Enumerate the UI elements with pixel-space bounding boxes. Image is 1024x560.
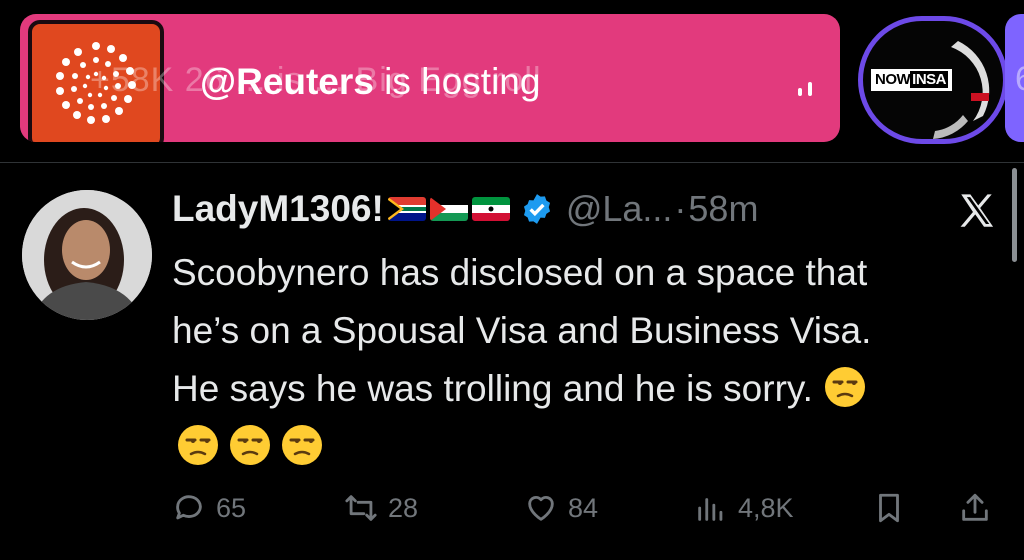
repost-icon [345,495,377,521]
reply-icon [176,495,202,520]
scrollbar[interactable] [1012,168,1017,262]
unamused-face-icon [178,425,218,465]
repost-count: 28 [388,492,419,523]
divider [0,162,1024,163]
south-africa-flag-icon [387,197,426,221]
space-host-label: @Reuters is hosting [200,61,540,103]
tweet-line-2: he’s on a Spousal Visa and Business Visa… [172,310,872,351]
tweet-actions: 65 28 84 4,8K [172,484,1002,532]
share-icon [962,493,988,521]
separator-dot: · [674,188,687,229]
next-space-peek: 60 [1015,60,1024,99]
emoji-row [172,418,1012,476]
audio-bars-icon [798,80,812,96]
verified-badge-icon [523,194,550,224]
tweet-line-1: Scoobynero has disclosed on a space that [172,252,868,293]
tweet-header: LadyM1306! @La... · 58m [172,186,758,232]
views-button[interactable]: 4,8K [694,484,794,532]
unamused-face-icon [230,425,270,465]
space-host-handle[interactable]: @Reuters [200,61,374,102]
repost-button[interactable]: 28 [344,484,418,532]
view-count: 4,8K [738,492,794,523]
tweet-text: Scoobynero has disclosed on a space that… [172,244,1012,476]
somaliland-flag-icon [471,197,510,221]
space-now-insa[interactable]: NOW INSA [858,16,1008,144]
bookmark-icon [879,493,899,523]
user-handle[interactable]: @La... [566,188,673,230]
avatar[interactable] [22,190,152,320]
tweet-line-3: He says he was trolling and he is sorry. [172,368,813,409]
x-logo-icon [960,194,994,227]
bookmark-button[interactable] [872,484,916,532]
profile-photo [22,190,152,320]
like-count: 84 [568,492,599,523]
swoosh-icon [933,41,990,139]
next-space-pill[interactable]: 60 [1005,14,1024,142]
timestamp[interactable]: 58m [688,188,758,230]
reply-count: 65 [216,492,247,523]
views-chart-icon [698,498,723,521]
reply-button[interactable]: 65 [172,484,246,532]
heart-icon [528,496,554,521]
tweet-line-3-row: He says he was trolling and he is sorry. [172,360,1012,418]
palestine-flag-icon [429,197,468,221]
like-button[interactable]: 84 [524,484,598,532]
space-host-suffix: is hosting [373,61,541,102]
display-name[interactable]: LadyM1306! [172,188,384,230]
unamused-face-icon [825,367,866,407]
space-banner[interactable]: +58K 26 ... is ... Big Egg roll @Reuters… [20,14,840,142]
unamused-face-icon [282,425,322,465]
share-button[interactable] [958,484,1002,532]
